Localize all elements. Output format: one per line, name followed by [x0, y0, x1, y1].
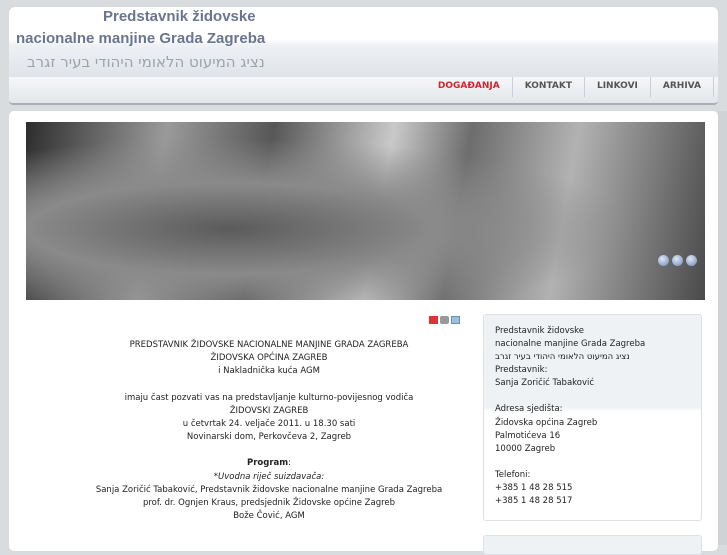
article-line: Sanja Zoričić Tabaković, Predstavnik žid…: [95, 484, 443, 495]
print-icon[interactable]: [440, 316, 449, 324]
article-line: prof. dr. Ognjen Kraus, predsjednik Žido…: [142, 498, 396, 509]
site-title-line1: Predstavnik židovske: [103, 8, 256, 25]
sidebar-box-2: [483, 535, 702, 555]
article-line: ŽIDOVSKA OPĆINA ZAGREB: [210, 353, 328, 364]
nav-linkovi[interactable]: LINKOVI: [585, 77, 651, 97]
article-line: ŽIDOVSKI ZAGREB: [229, 405, 309, 416]
address-line: Židovska općina Zagreb: [495, 417, 598, 428]
article-line: imaju čast pozvati vas na predstavljanje…: [124, 392, 414, 403]
phone-number: +385 1 48 28 517: [495, 496, 573, 507]
nav-arhiva[interactable]: ARHIVA: [651, 77, 714, 97]
slide-dot-3[interactable]: [686, 255, 697, 266]
main-nav: DOGAĐANJA KONTAKT LINKOVI ARHIVA: [9, 77, 718, 105]
sidebar-line: Sanja Zoričić Tabaković: [495, 378, 595, 389]
phone-number: +385 1 48 28 515: [495, 482, 573, 493]
address-label: Adresa sjedišta:: [495, 404, 563, 415]
site-title-line2: nacionalne manjine Grada Zagreba: [16, 30, 266, 47]
article-tools: [429, 316, 460, 324]
slider-dots: [658, 255, 697, 266]
article-line: *Uvodna riječ suizdavača:: [213, 471, 325, 482]
sidebar-line: Predstavnik:: [495, 365, 548, 376]
article-body: PREDSTAVNIK ŽIDOVSKE NACIONALNE MANJINE …: [69, 339, 469, 523]
contact-sidebar: Predstavnik židovske nacionalne manjine …: [483, 314, 702, 521]
article-line: Bože Čović, AGM: [233, 511, 305, 522]
program-heading: Program: [246, 458, 289, 469]
site-title-hebrew: נציג המיעוט הלאומי היהודי בעיר זגרב: [27, 53, 265, 71]
phones-label: Telefoni:: [495, 469, 531, 480]
article-line: PREDSTAVNIK ŽIDOVSKE NACIONALNE MANJINE …: [129, 340, 409, 350]
program-colon: :: [288, 458, 291, 469]
content-area: PREDSTAVNIK ŽIDOVSKE NACIONALNE MANJINE …: [9, 111, 718, 555]
address-line: Palmotićeva 16: [495, 430, 561, 441]
sidebar-line: Predstavnik židovske: [495, 326, 585, 336]
sidebar-line-hebrew: נציג המיעוט הלאומי היהודי בעיר זגרב: [495, 352, 630, 363]
banner-photo-zagreb: [26, 122, 705, 300]
article-line: Novinarski dom, Perkovčeva 2, Zagreb: [186, 432, 352, 443]
site-header: Predstavnik židovske nacionalne manjine …: [9, 7, 718, 77]
article-line: i Nakladnička kuća AGM: [218, 366, 320, 377]
nav-kontakt[interactable]: KONTAKT: [513, 77, 585, 97]
pdf-icon[interactable]: [429, 316, 438, 324]
slide-dot-1[interactable]: [658, 255, 669, 266]
nav-dogadanja[interactable]: DOGAĐANJA: [426, 77, 513, 97]
address-line: 10000 Zagreb: [495, 443, 556, 454]
scrollbar[interactable]: [718, 111, 727, 545]
sidebar-line: nacionalne manjine Grada Zagreba: [495, 339, 646, 350]
article-line: u četvrtak 24. veljače 2011. u 18.30 sat…: [182, 419, 356, 430]
email-icon[interactable]: [451, 316, 460, 324]
slide-dot-2[interactable]: [672, 255, 683, 266]
